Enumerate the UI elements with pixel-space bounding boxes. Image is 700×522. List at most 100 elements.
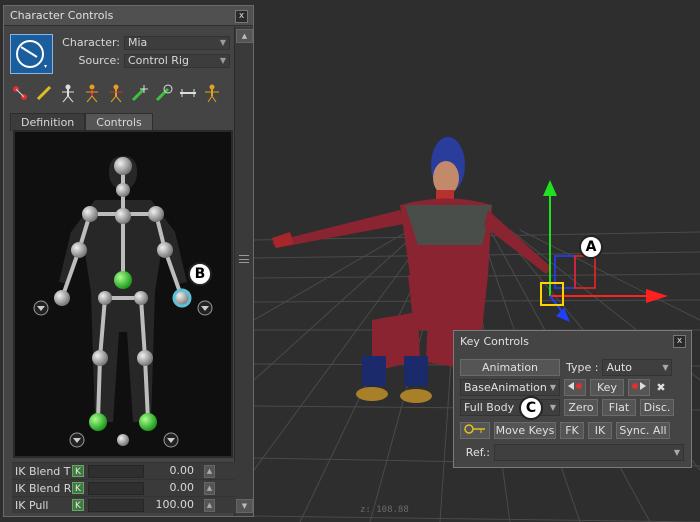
property-row-ik-blend-r: IK Blend R K 0.00 ▲ xyxy=(12,479,235,496)
left-wrist-effector[interactable] xyxy=(54,290,70,306)
panel-title: Key Controls xyxy=(460,334,529,348)
property-slider[interactable] xyxy=(88,481,144,495)
property-name: IK Pull xyxy=(15,498,49,512)
panel-title: Character Controls xyxy=(10,9,114,22)
character-tabs: Definition Controls xyxy=(10,113,153,131)
neck-effector[interactable] xyxy=(116,183,130,197)
pin-rotation-icon[interactable] xyxy=(154,83,174,103)
right-hip-effector[interactable] xyxy=(134,291,148,305)
scroll-up-arrow-icon[interactable]: ▲ xyxy=(204,464,215,478)
vertical-scrollbar[interactable]: ▲ ▼ xyxy=(234,27,253,516)
ref-dropdown[interactable]: ▼ xyxy=(494,444,684,461)
property-value[interactable]: 0.00 xyxy=(148,481,200,495)
type-value: Auto xyxy=(606,361,633,374)
chest-effector[interactable] xyxy=(115,208,131,224)
next-key-button[interactable] xyxy=(628,379,650,396)
left-knee-effector[interactable] xyxy=(92,350,108,366)
key-controls-row-3: Full Body ▼ Zero Flat Disc. xyxy=(460,399,674,416)
left-ankle-effector[interactable] xyxy=(89,413,107,431)
pin-translation-icon[interactable] xyxy=(130,83,150,103)
left-hip-effector[interactable] xyxy=(98,291,112,305)
scroll-down-arrow-icon[interactable]: ▼ xyxy=(236,499,253,513)
left-elbow-effector[interactable] xyxy=(71,242,87,258)
disc-button[interactable]: Disc. xyxy=(640,399,674,416)
key-button[interactable]: K xyxy=(72,482,84,494)
fk-icon[interactable] xyxy=(106,83,126,103)
property-value[interactable]: 0.00 xyxy=(148,464,200,478)
stance-icon[interactable] xyxy=(202,83,222,103)
right-knee-effector[interactable] xyxy=(137,350,153,366)
key-shape-icon xyxy=(464,424,485,434)
key-controls-row-4: Move Keys FK IK Sync. All xyxy=(460,422,670,439)
fk-button[interactable]: FK xyxy=(560,422,584,439)
animation-button[interactable]: Animation xyxy=(460,359,560,376)
figure-skeleton xyxy=(33,156,213,448)
figure-control-area[interactable] xyxy=(13,130,233,458)
property-value[interactable]: 100.00 xyxy=(148,498,200,512)
reference-effector[interactable] xyxy=(117,434,129,446)
source-label: Source: xyxy=(78,54,121,67)
key-button[interactable]: Key xyxy=(590,379,624,396)
ik-button[interactable]: IK xyxy=(588,422,612,439)
release-icon[interactable] xyxy=(178,83,198,103)
tab-controls[interactable]: Controls xyxy=(85,113,153,131)
key-controls-titlebar[interactable]: Key Controls xyxy=(454,331,691,351)
scroll-up-arrow-icon[interactable]: ▲ xyxy=(236,29,253,43)
sync-all-button[interactable]: Sync. All xyxy=(616,422,670,439)
scroll-up-arrow-icon[interactable]: ▲ xyxy=(204,481,215,495)
type-label: Type : xyxy=(566,361,599,374)
move-keys-button[interactable]: Move Keys xyxy=(494,422,556,439)
key-controls-row-1: Animation Type : Auto ▼ xyxy=(460,359,673,376)
zero-button[interactable]: Zero xyxy=(564,399,598,416)
full-body-icon[interactable] xyxy=(58,83,78,103)
previous-key-button[interactable] xyxy=(564,379,586,396)
hips-effector[interactable] xyxy=(114,271,132,289)
key-controls-panel: Key Controls x Animation Type : Auto ▼ B… xyxy=(453,330,692,468)
scroll-grip-icon[interactable] xyxy=(239,255,249,263)
flat-button[interactable]: Flat xyxy=(602,399,636,416)
property-slider[interactable] xyxy=(88,498,144,512)
close-button[interactable]: x xyxy=(673,335,686,348)
character-dropdown[interactable]: Mia ▼ xyxy=(124,35,230,50)
viewport-coordinates: z: 108.88 xyxy=(360,505,409,515)
left-shoulder-effector[interactable] xyxy=(82,206,98,222)
tab-definition[interactable]: Definition xyxy=(10,113,86,131)
key-controls-row-2: BaseAnimation ▼ Key ✖ xyxy=(460,379,668,396)
key-button[interactable]: K xyxy=(72,465,84,477)
character-menu-button[interactable] xyxy=(10,34,53,74)
pin-icon[interactable] xyxy=(34,83,54,103)
property-row-ik-blend-t: IK Blend T K 0.00 ▲ xyxy=(12,462,235,479)
layer-value: BaseAnimation xyxy=(464,381,547,394)
chevron-down-icon: ▼ xyxy=(219,55,226,65)
ref-label: Ref.: xyxy=(465,446,490,459)
property-slider[interactable] xyxy=(88,464,144,478)
layer-dropdown[interactable]: BaseAnimation ▼ xyxy=(460,379,560,396)
keying-mode-dropdown[interactable]: Full Body ▼ xyxy=(460,399,560,416)
character-controls-titlebar[interactable]: Character Controls xyxy=(4,6,253,26)
character-toolbar xyxy=(10,81,222,105)
right-elbow-effector[interactable] xyxy=(157,242,173,258)
right-ankle-effector[interactable] xyxy=(139,413,157,431)
property-row-ik-pull: IK Pull K 100.00 ▲ xyxy=(12,496,235,513)
body-part-icon[interactable] xyxy=(82,83,102,103)
property-name: IK Blend T xyxy=(15,464,71,478)
right-shoulder-effector[interactable] xyxy=(148,206,164,222)
select-effector-icon[interactable] xyxy=(10,83,30,103)
head-effector[interactable] xyxy=(114,157,132,175)
scroll-up-arrow-icon[interactable]: ▲ xyxy=(204,498,215,512)
chevron-down-icon: ▼ xyxy=(673,448,680,457)
type-dropdown[interactable]: Auto ▼ xyxy=(602,359,673,376)
key-icon[interactable] xyxy=(460,422,490,439)
character-controls-panel: Character Controls x ▲ ▼ Character: Mia … xyxy=(3,5,254,517)
character-label: Character: xyxy=(62,36,120,49)
keying-mode-value: Full Body xyxy=(464,401,515,414)
delete-key-icon[interactable]: ✖ xyxy=(654,381,668,394)
chevron-down-icon: ▼ xyxy=(549,403,556,412)
source-value: Control Rig xyxy=(128,53,189,67)
right-wrist-effector[interactable] xyxy=(172,288,192,308)
close-button[interactable]: x xyxy=(235,10,248,23)
callout-c: C xyxy=(519,396,543,420)
chevron-down-icon: ▼ xyxy=(219,37,226,47)
key-button[interactable]: K xyxy=(72,499,84,511)
source-dropdown[interactable]: Control Rig ▼ xyxy=(124,53,230,68)
